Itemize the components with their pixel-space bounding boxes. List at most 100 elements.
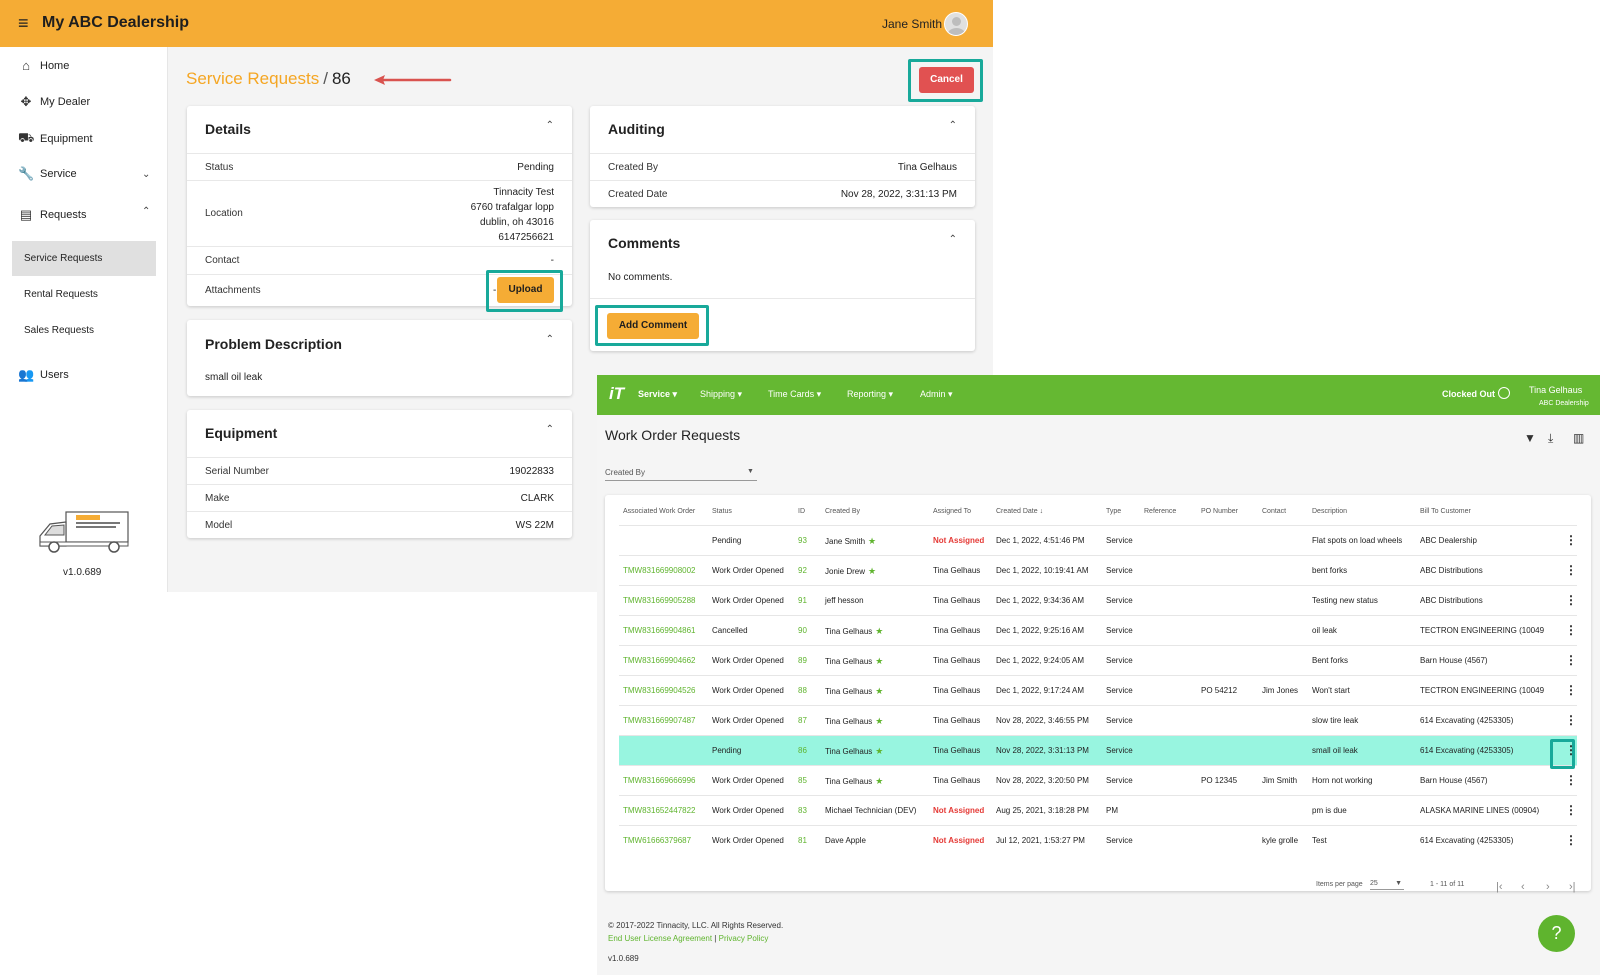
cell-wo[interactable]: TMW831652447822 — [623, 806, 696, 815]
row-actions-kebab-icon[interactable]: ⋮ — [1565, 833, 1577, 847]
table-row[interactable]: Pending 93 Jane Smith ★ Not Assigned Dec 1, 2… — [619, 525, 1577, 555]
clock-icon[interactable] — [1498, 387, 1510, 399]
nav-reporting[interactable]: Reporting ▾ — [847, 389, 893, 400]
cell-wo[interactable]: TMW831669904861 — [623, 626, 696, 635]
home-icon: ⌂ — [22, 58, 30, 73]
sidebar-item-service-requests[interactable]: Service Requests — [12, 241, 156, 276]
col-header[interactable]: Created By — [825, 508, 860, 515]
created-by-filter[interactable]: Created By — [605, 468, 645, 477]
cell-type: Service — [1106, 746, 1133, 755]
upload-button[interactable]: Upload — [497, 277, 554, 303]
cell-bill: ABC Dealership — [1420, 536, 1477, 545]
col-header[interactable]: Status — [712, 508, 732, 515]
cell-wo[interactable]: TMW831669904662 — [623, 656, 696, 665]
sidebar-item-home[interactable]: ⌂ Home — [18, 58, 69, 73]
cell-status: Work Order Opened — [712, 656, 784, 665]
col-header[interactable]: Description — [1312, 508, 1347, 515]
breadcrumb-link-service-requests[interactable]: Service Requests — [186, 69, 319, 88]
cell-wo[interactable]: TMW831669907487 — [623, 716, 696, 725]
row-actions-kebab-icon[interactable]: ⋮ — [1565, 773, 1577, 787]
table-row[interactable]: TMW831669907487 Work Order Opened 87 Tina G… — [619, 705, 1577, 735]
collapse-chevron-icon[interactable]: ⌃ — [949, 234, 957, 245]
items-per-page-select[interactable]: 25 ▼ — [1370, 880, 1404, 890]
download-icon[interactable]: ⤓ — [1548, 431, 1553, 446]
cell-wo[interactable]: TMW61666379687 — [623, 836, 691, 845]
row-actions-kebab-icon[interactable]: ⋮ — [1565, 713, 1577, 727]
sidebar-item-sales-requests[interactable]: Sales Requests — [12, 313, 156, 348]
table-row[interactable]: TMW831669904861 Cancelled 90 Tina Gelhaus ★ T… — [619, 615, 1577, 645]
sidebar-item-requests[interactable]: ▤ Requests — [18, 207, 87, 223]
privacy-policy-link[interactable]: Privacy Policy — [719, 934, 769, 943]
col-header[interactable]: PO Number — [1201, 508, 1238, 515]
dropdown-arrow-icon[interactable]: ▼ — [747, 468, 754, 475]
collapse-chevron-icon[interactable]: ⌃ — [949, 120, 957, 131]
app-logo[interactable]: iT — [609, 384, 624, 404]
chevron-down-icon[interactable]: ⌄ — [142, 169, 150, 180]
nav-admin[interactable]: Admin ▾ — [920, 389, 953, 400]
items-per-page-label: Items per page — [1316, 881, 1363, 888]
row-actions-kebab-icon[interactable]: ⋮ — [1565, 623, 1577, 637]
row-actions-kebab-icon[interactable]: ⋮ — [1565, 563, 1577, 577]
user-name[interactable]: Tina Gelhaus — [1529, 385, 1582, 395]
col-header[interactable]: Bill To Customer — [1420, 508, 1471, 515]
col-header[interactable]: ID — [798, 508, 805, 515]
table-row[interactable]: TMW61666379687 Work Order Opened 81 Dave Ap… — [619, 825, 1577, 855]
cell-date: Dec 1, 2022, 4:51:46 PM — [996, 536, 1085, 545]
cell-wo[interactable]: TMW831669908002 — [623, 566, 696, 575]
row-actions-kebab-icon[interactable]: ⋮ — [1565, 803, 1577, 817]
table-row[interactable]: TMW831669905288 Work Order Opened 91 jeff h… — [619, 585, 1577, 615]
collapse-chevron-icon[interactable]: ⌃ — [546, 334, 554, 345]
table-row[interactable]: TMW831669904526 Work Order Opened 88 Tina G… — [619, 675, 1577, 705]
next-page-icon[interactable]: › — [1546, 881, 1550, 893]
table-row[interactable]: TMW831669666996 Work Order Opened 85 Tina G… — [619, 765, 1577, 795]
row-actions-kebab-icon[interactable]: ⋮ — [1565, 533, 1577, 547]
last-page-icon[interactable]: ›| — [1569, 881, 1576, 893]
avatar-icon[interactable] — [944, 12, 968, 36]
columns-icon[interactable]: ▥ — [1573, 431, 1584, 445]
cell-created-by: Jonie Drew ★ — [825, 566, 877, 576]
col-header[interactable]: Associated Work Order — [623, 508, 695, 515]
col-header[interactable]: Type — [1106, 508, 1121, 515]
table-row-selected[interactable]: Pending 86 Tina Gelhaus ★ Tina Gelhaus Nov 28… — [619, 735, 1577, 765]
sidebar-item-service[interactable]: 🔧 Service — [18, 166, 77, 182]
hamburger-menu-icon[interactable]: ≡ — [18, 14, 36, 32]
row-actions-kebab-icon[interactable]: ⋮ — [1565, 683, 1577, 697]
table-row[interactable]: TMW831652447822 Work Order Opened 83 Michae… — [619, 795, 1577, 825]
col-header[interactable]: Contact — [1262, 508, 1286, 515]
table-row[interactable]: TMW831669908002 Work Order Opened 92 Jonie … — [619, 555, 1577, 585]
cell-wo[interactable]: TMW831669905288 — [623, 596, 696, 605]
cell-assigned: Tina Gelhaus — [933, 716, 981, 725]
collapse-chevron-icon[interactable]: ⌃ — [546, 120, 554, 131]
add-comment-button[interactable]: Add Comment — [607, 313, 699, 339]
col-header[interactable]: Assigned To — [933, 508, 971, 515]
col-header[interactable]: Reference — [1144, 508, 1176, 515]
work-order-top-bar: iT Service ▾ Shipping ▾ Time Cards ▾ Rep… — [597, 375, 1600, 415]
nav-service[interactable]: Service ▾ — [638, 389, 677, 400]
chevron-up-icon[interactable]: ⌃ — [142, 206, 150, 217]
sidebar-item-rental-requests[interactable]: Rental Requests — [12, 277, 156, 312]
filter-icon[interactable]: ▼ — [1524, 431, 1536, 445]
nav-time-cards[interactable]: Time Cards ▾ — [768, 389, 821, 400]
cell-wo[interactable]: TMW831669904526 — [623, 686, 696, 695]
cancel-button[interactable]: Cancel — [919, 67, 974, 93]
col-header-sorted[interactable]: Created Date ↓ — [996, 508, 1043, 515]
previous-page-icon[interactable]: ‹ — [1521, 881, 1525, 893]
row-actions-kebab-icon[interactable]: ⋮ — [1565, 653, 1577, 667]
clock-status[interactable]: Clocked Out — [1442, 389, 1495, 399]
table-row[interactable]: TMW831669904662 Work Order Opened 89 Tina G… — [619, 645, 1577, 675]
sidebar-item-users[interactable]: 👥 Users — [18, 367, 69, 383]
row-actions-kebab-icon[interactable]: ⋮ — [1565, 593, 1577, 607]
collapse-chevron-icon[interactable]: ⌃ — [546, 424, 554, 435]
help-button[interactable]: ? — [1538, 915, 1575, 952]
cell-date: Nov 28, 2022, 3:20:50 PM — [996, 776, 1089, 785]
sidebar-item-equipment[interactable]: ⛟ Equipment — [18, 130, 93, 148]
cell-wo[interactable]: TMW831669666996 — [623, 776, 696, 785]
auditing-title: Auditing — [608, 121, 665, 137]
eula-link[interactable]: End User License Agreement — [608, 934, 712, 943]
first-page-icon[interactable]: |‹ — [1496, 881, 1503, 893]
cell-id: 81 — [798, 836, 807, 845]
sidebar-item-my-dealer[interactable]: ✥ My Dealer — [18, 94, 91, 110]
user-name[interactable]: Jane Smith — [882, 17, 942, 31]
nav-shipping[interactable]: Shipping ▾ — [700, 389, 742, 400]
auditing-row-created-date: Created Date Nov 28, 2022, 3:31:13 PM — [590, 180, 975, 207]
